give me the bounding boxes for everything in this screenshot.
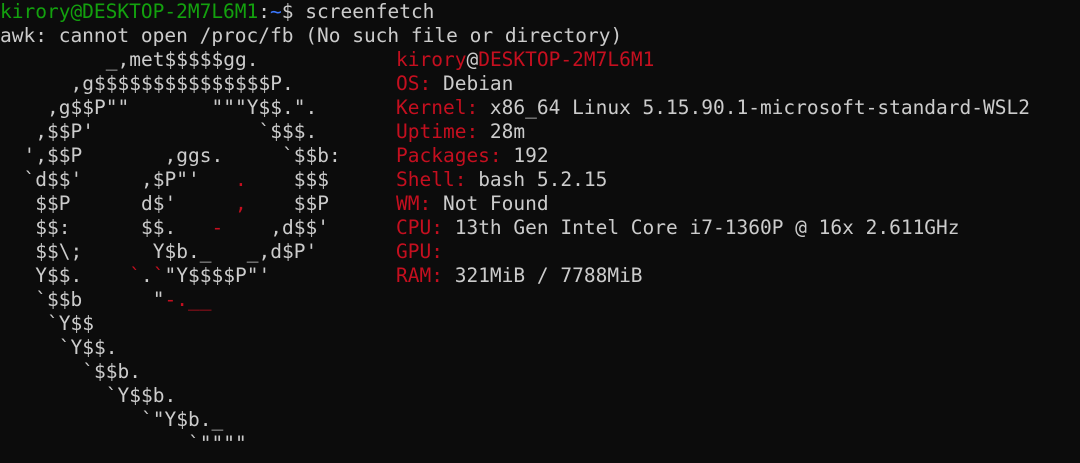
info-key: Shell: — [396, 168, 467, 191]
info-title: kirory@DESKTOP-2M7L6M1 — [396, 48, 1030, 72]
logo-line: `Y$$ — [47, 312, 94, 335]
info-value: bash 5.2.15 — [466, 168, 608, 191]
logo-line: $$: $$. - ,d$$' — [35, 216, 329, 239]
logo-line: ',$$P ,ggs. `$$b: — [23, 144, 341, 167]
info-row-cpu: CPU: 13th Gen Intel Core i7-1360P @ 16x … — [396, 216, 1030, 240]
logo-line: ,g$$P"" """Y$$.". — [47, 96, 318, 119]
prompt-command: screenfetch — [305, 0, 435, 23]
debian-ascii-logo: _,met$$$$$gg. ,g$$$$$$$$$$$$$$$P. ,g$$P"… — [0, 48, 341, 456]
logo-line: `Y$$. — [58, 336, 118, 359]
info-key: GPU: — [396, 240, 443, 263]
info-title-host: DESKTOP-2M7L6M1 — [478, 48, 655, 71]
logo-line: `d$$' ,$P"' . $$$ — [23, 168, 330, 191]
error-output-line: awk: cannot open /proc/fb (No such file … — [0, 24, 623, 47]
info-title-at: @ — [466, 48, 479, 71]
info-row-wm: WM: Not Found — [396, 192, 1030, 216]
logo-line: `$$b "-.__ — [35, 288, 212, 311]
info-value: Not Found — [431, 192, 549, 215]
prompt-colon: : — [258, 0, 271, 23]
logo-line: `Y$$b. — [105, 384, 177, 407]
logo-line: _,met$$$$$gg. — [105, 48, 259, 71]
info-value: 321MiB / 7788MiB — [442, 264, 643, 287]
info-value: 13th Gen Intel Core i7-1360P @ 16x 2.611… — [442, 216, 960, 239]
info-value: 192 — [501, 144, 549, 167]
info-row-os: OS: Debian — [396, 72, 1030, 96]
info-value: x86_64 Linux 5.15.90.1-microsoft-standar… — [478, 96, 1030, 119]
info-key: Uptime: — [396, 120, 479, 143]
logo-line: `$$b. — [82, 360, 141, 383]
logo-line: `"""" — [188, 432, 247, 455]
logo-line: `"Y$b._ — [141, 408, 224, 431]
info-row-uptime: Uptime: 28m — [396, 120, 1030, 144]
prompt-user-host: kirory@DESKTOP-2M7L6M1 — [0, 0, 259, 23]
prompt-dollar: $ — [281, 0, 294, 23]
info-row-kernel: Kernel: x86_64 Linux 5.15.90.1-microsoft… — [396, 96, 1030, 120]
info-key: Kernel: — [396, 96, 479, 119]
logo-line: Y$$. `.`"Y$$$$P"' — [35, 264, 271, 287]
info-title-user: kirory — [396, 48, 467, 71]
info-value: Debian — [431, 72, 514, 95]
terminal-window[interactable]: kirory@DESKTOP-2M7L6M1:~$ screenfetch aw… — [0, 0, 1080, 463]
info-key: Packages: — [396, 144, 502, 167]
info-key: OS: — [396, 72, 432, 95]
system-info-panel: kirory@DESKTOP-2M7L6M1 OS: Debian Kernel… — [396, 48, 1030, 288]
info-row-ram: RAM: 321MiB / 7788MiB — [396, 264, 1030, 288]
info-key: RAM: — [396, 264, 443, 287]
info-key: CPU: — [396, 216, 443, 239]
info-value: 28m — [478, 120, 526, 143]
info-row-packages: Packages: 192 — [396, 144, 1030, 168]
logo-line: ,$$P' `$$$. — [35, 120, 318, 143]
info-row-shell: Shell: bash 5.2.15 — [396, 168, 1030, 192]
logo-line: $$\; Y$b._ _,d$P' — [35, 240, 318, 263]
info-key: WM: — [396, 192, 432, 215]
command-prompt-line: kirory@DESKTOP-2M7L6M1:~$ screenfetch — [0, 0, 434, 24]
logo-line: ,g$$$$$$$$$$$$$$$P. — [70, 72, 294, 95]
info-row-gpu: GPU: — [396, 240, 1030, 264]
prompt-path: ~ — [270, 0, 282, 23]
logo-line: $$P d$' , $$P — [35, 192, 329, 215]
